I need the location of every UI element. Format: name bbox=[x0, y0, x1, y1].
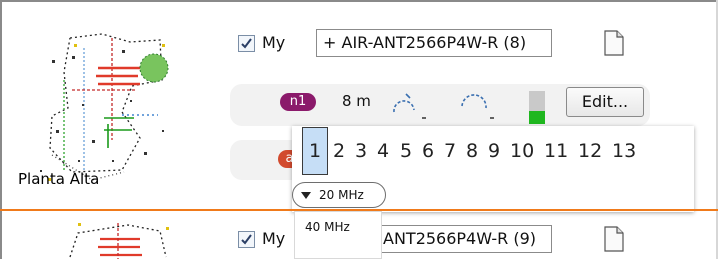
radio-badge[interactable]: n1 bbox=[280, 93, 316, 111]
bandwidth-dropdown[interactable]: 20 MHz bbox=[292, 182, 386, 208]
document-icon[interactable] bbox=[603, 226, 625, 252]
coverage-distance: 8 m bbox=[342, 92, 371, 110]
channel-option[interactable]: 8 bbox=[466, 140, 478, 162]
channel-option[interactable]: 5 bbox=[400, 140, 412, 162]
checkmark-icon bbox=[241, 38, 252, 49]
antenna-model-field[interactable]: + AIR-ANT2566P4W-R (8) bbox=[316, 29, 552, 57]
channel-option[interactable]: 6 bbox=[422, 140, 434, 162]
bandwidth-option[interactable]: 40 MHz bbox=[294, 211, 382, 259]
panel-left-border bbox=[0, 0, 2, 259]
coverage-arc-icon[interactable] bbox=[386, 88, 434, 122]
dropdown-triangle-icon bbox=[301, 192, 311, 199]
channel-option[interactable]: 13 bbox=[612, 140, 636, 162]
panel-top-border bbox=[0, 0, 718, 2]
floor-visibility-checkbox[interactable] bbox=[238, 35, 255, 52]
signal-strength-fill bbox=[529, 111, 545, 124]
edit-button[interactable]: Edit... bbox=[566, 87, 644, 117]
antenna-model-field[interactable]: ANT2566P4W-R (9) bbox=[376, 225, 552, 253]
signal-strength-bar bbox=[529, 91, 545, 124]
coverage-arc-icon[interactable] bbox=[450, 86, 500, 122]
document-icon[interactable] bbox=[603, 30, 625, 56]
channel-option[interactable]: 4 bbox=[377, 140, 389, 162]
channel-option[interactable]: 12 bbox=[578, 140, 602, 162]
channel-option[interactable]: 7 bbox=[444, 140, 456, 162]
floor-plan-thumbnail[interactable] bbox=[48, 217, 178, 259]
bandwidth-selected-label: 20 MHz bbox=[319, 188, 364, 202]
floor-name-label: Planta Alta bbox=[18, 170, 100, 188]
floor-visibility-checkbox[interactable] bbox=[238, 231, 255, 248]
channel-option[interactable]: 10 bbox=[510, 140, 534, 162]
channel-option[interactable]: 3 bbox=[355, 140, 367, 162]
checkmark-icon bbox=[241, 234, 252, 245]
channel-option-selected[interactable]: 1 bbox=[309, 140, 321, 162]
floor-plan-thumbnail[interactable] bbox=[12, 20, 177, 192]
channel-option[interactable]: 2 bbox=[333, 140, 345, 162]
channel-option[interactable]: 9 bbox=[488, 140, 500, 162]
checkbox-label: My bbox=[262, 33, 286, 52]
channel-option[interactable]: 11 bbox=[544, 140, 568, 162]
checkbox-label: My bbox=[262, 229, 286, 248]
